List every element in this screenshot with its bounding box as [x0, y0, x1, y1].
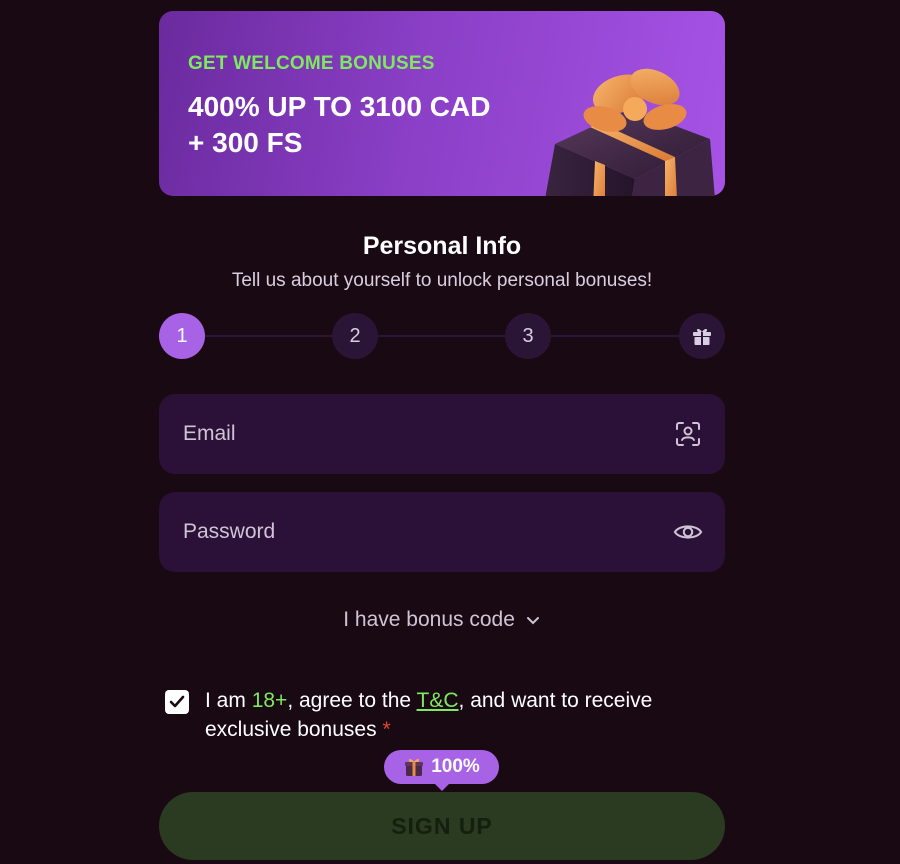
page-subtitle: Tell us about yourself to unlock persona… [231, 270, 653, 291]
signup-button[interactable]: SIGN UP [159, 792, 725, 860]
agreement-text-1: I am [205, 689, 252, 712]
gift-icon [405, 758, 424, 776]
agreement-text: I am 18+, agree to the T&C, and want to … [205, 686, 730, 744]
step-gift [679, 313, 725, 359]
stepper-track [182, 335, 702, 337]
step-1: 1 [159, 313, 205, 359]
agreement-text-2: , agree to the [287, 689, 417, 712]
email-input[interactable] [181, 421, 585, 447]
agreement-checkbox[interactable] [165, 690, 189, 714]
chevron-down-icon [526, 617, 539, 625]
bonus-code-toggle-row: I have bonus code [159, 608, 725, 632]
agreement-row: I am 18+, agree to the T&C, and want to … [159, 686, 725, 746]
eye-icon[interactable] [673, 517, 703, 547]
bonus-code-toggle[interactable]: I have bonus code [343, 608, 540, 631]
step-2: 2 [332, 313, 378, 359]
banner-title-line-1: 400% UP TO 3100 CAD [188, 91, 491, 122]
checkmark-icon [169, 695, 185, 708]
banner-title-line-2: + 300 FS [188, 127, 303, 158]
password-input[interactable] [181, 519, 585, 545]
welcome-bonus-banner[interactable]: GET WELCOME BONUSES 400% UP TO 3100 CAD … [159, 11, 725, 196]
registration-stepper: 1 2 3 [159, 313, 725, 359]
tc-link[interactable]: T&C [417, 689, 459, 712]
step-3: 3 [505, 313, 551, 359]
progress-value: 100% [431, 756, 480, 777]
email-field-container [159, 394, 725, 474]
age-requirement: 18+ [251, 689, 288, 712]
required-mark: * [382, 718, 391, 741]
page-title: Personal Info [362, 232, 522, 260]
banner-title: 400% UP TO 3100 CAD + 300 FS [188, 89, 548, 161]
contact-scan-icon[interactable] [673, 419, 703, 449]
gift-box-image [545, 68, 715, 196]
password-field-container [159, 492, 725, 572]
bonus-progress-badge: 100% [384, 750, 499, 791]
gift-icon [693, 328, 711, 345]
bonus-code-label: I have bonus code [343, 608, 515, 631]
banner-kicker: GET WELCOME BONUSES [188, 53, 435, 74]
